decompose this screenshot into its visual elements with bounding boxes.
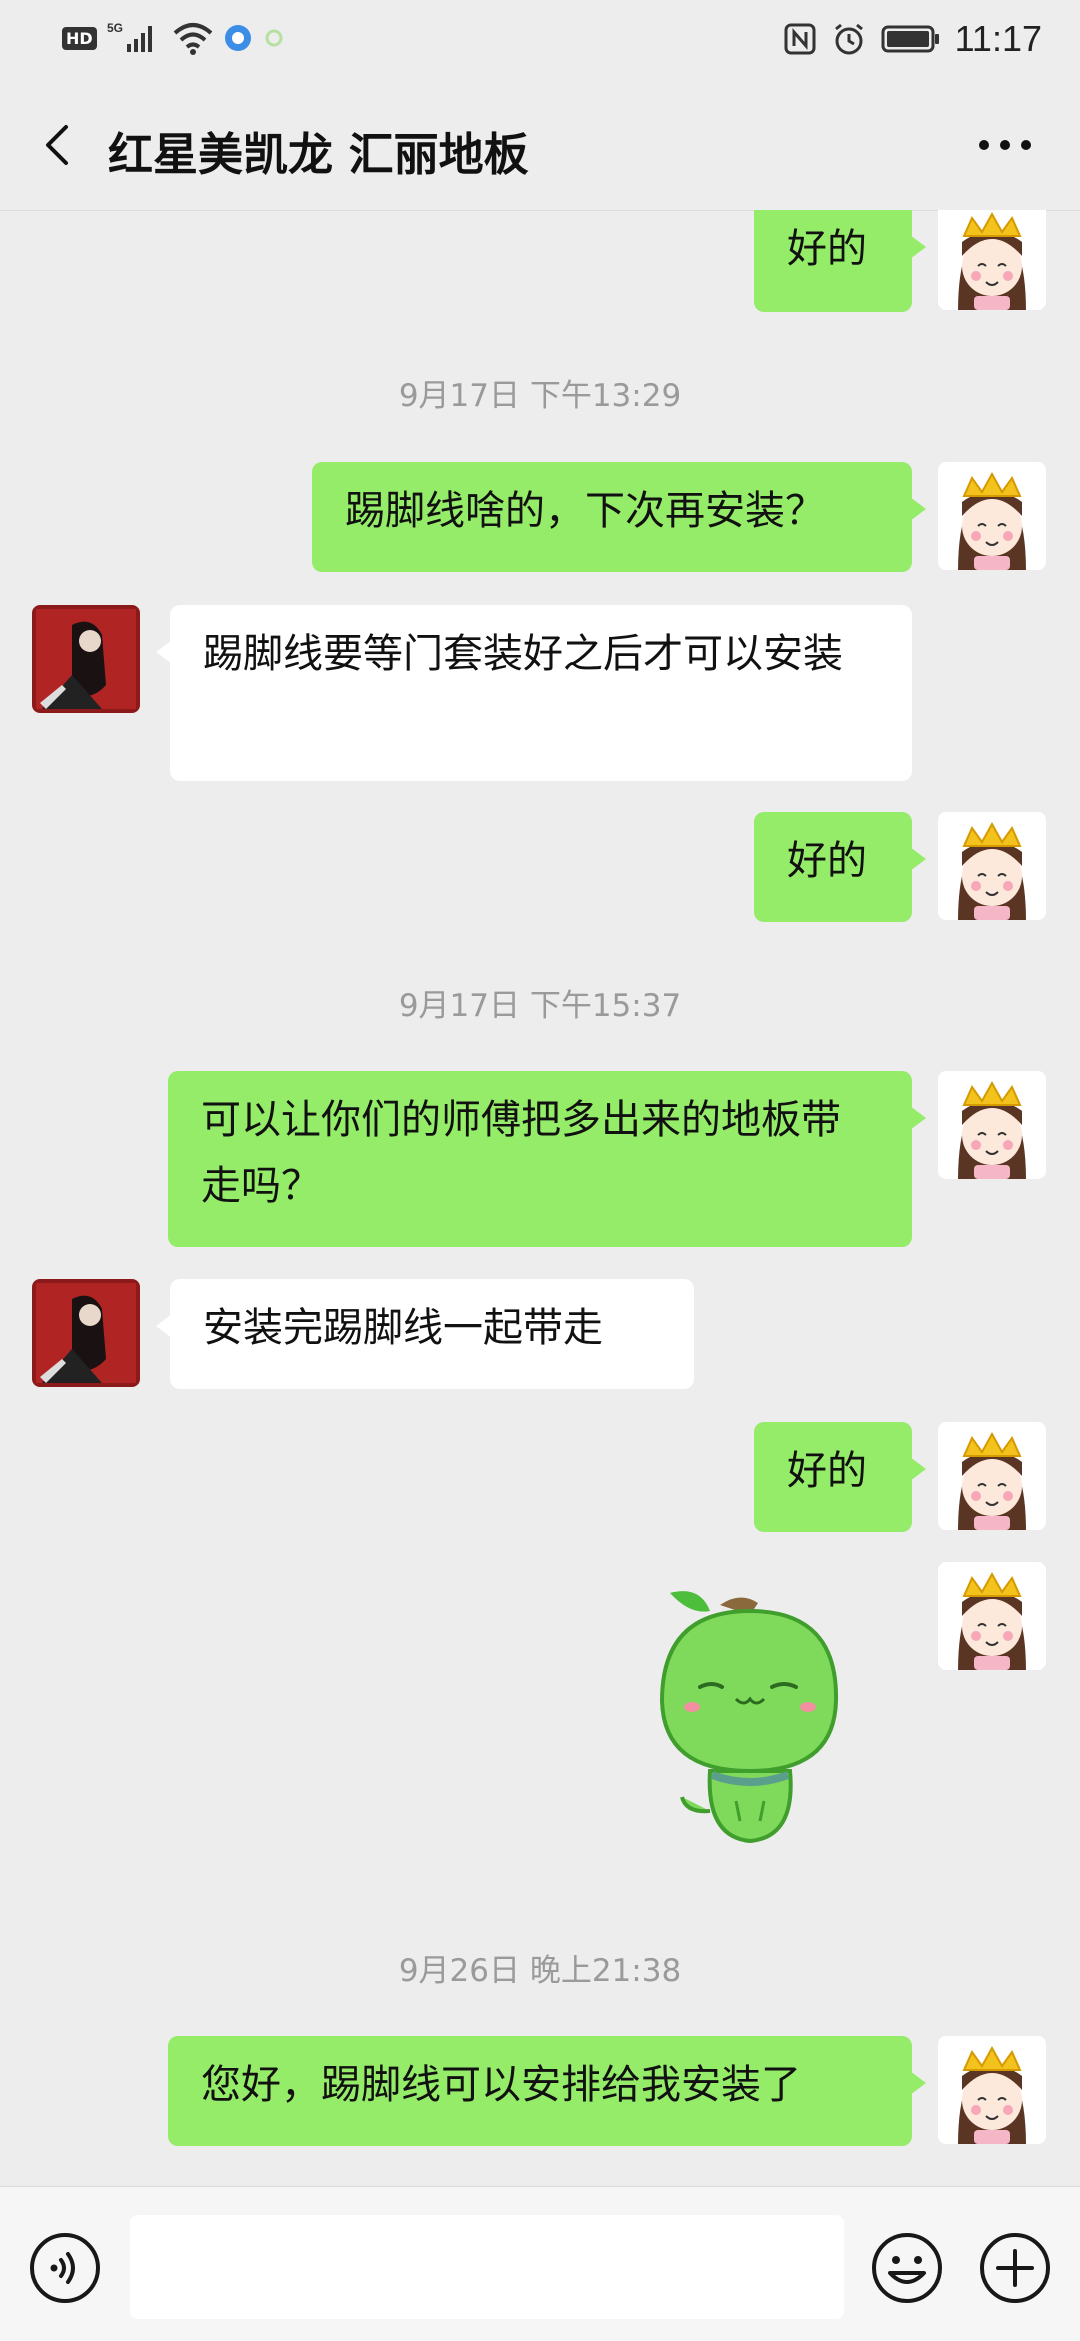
contact-photo-icon [32,1279,140,1387]
contact-photo-icon [32,605,140,713]
nfc-icon [784,23,816,55]
clock: 11:17 [954,18,1042,59]
my-message-bubble[interactable]: 踢脚线啥的，下次再安装？ [312,462,926,572]
voice-icon[interactable] [28,2231,102,2305]
princess-avatar-icon [938,812,1046,920]
timestamp: 9月17日 下午15:37 [398,988,682,1024]
status-bar: HD 5G 11:17 [0,0,1080,80]
my-avatar[interactable] [938,1562,1046,1670]
green-bean-sticker[interactable] [640,1575,860,1855]
my-message-bubble[interactable]: 好的 [754,210,926,312]
message-text: 可以让你们的师傅把多出来的地板带走吗？ [201,1097,841,1209]
my-avatar[interactable] [938,1422,1046,1530]
more-options-icon[interactable] [970,122,1040,168]
message-text: 好的 [787,226,867,272]
app-notification-icon [224,25,251,51]
wifi-icon [173,23,212,55]
my-message-bubble[interactable]: 好的 [754,1422,926,1532]
timestamp: 9月17日 下午13:29 [398,378,682,414]
my-avatar[interactable] [938,1071,1046,1179]
emoji-icon[interactable] [870,2231,944,2305]
message-text: 好的 [787,1448,867,1494]
my-avatar[interactable] [938,210,1046,310]
back-arrow-icon[interactable] [30,115,90,175]
hd-indicator: HD [62,26,97,50]
battery-icon [881,25,939,53]
my-avatar[interactable] [938,2036,1046,2144]
my-message-bubble[interactable]: 您好，踢脚线可以安排给我安装了 [168,2036,926,2146]
loading-icon [265,29,283,47]
message-list[interactable]: 好的 9月17日 下午13:29 踢脚线啥的，下次再安装？ 踢脚线要等门套装好之… [0,210,1080,2186]
my-avatar[interactable] [938,812,1046,920]
contact-avatar[interactable] [32,605,140,713]
princess-avatar-icon [938,462,1046,570]
timestamp: 9月26日 晚上21:38 [398,1953,682,1989]
message-text: 安装完踢脚线一起带走 [203,1305,603,1351]
alarm-icon [834,23,863,55]
message-text: 您好，踢脚线可以安排给我安装了 [201,2062,801,2108]
message-text: 踢脚线啥的，下次再安装？ [345,488,825,534]
message-text: 好的 [787,838,867,884]
signal-icon: 5G [107,21,152,52]
contact-avatar[interactable] [32,1279,140,1387]
my-message-bubble[interactable]: 可以让你们的师傅把多出来的地板带走吗？ [168,1071,926,1247]
contact-message-bubble[interactable]: 踢脚线要等门套装好之后才可以安装 [156,605,912,781]
princess-avatar-icon [938,1562,1046,1670]
message-input[interactable] [130,2215,844,2319]
contact-message-bubble[interactable]: 安装完踢脚线一起带走 [156,1279,694,1389]
princess-avatar-icon [938,210,1046,310]
princess-avatar-icon [938,2036,1046,2144]
input-bar [0,2186,1080,2341]
chat-title: 红星美凯龙 汇丽地板 [108,128,529,181]
princess-avatar-icon [938,1422,1046,1530]
princess-avatar-icon [938,1071,1046,1179]
message-text: 踢脚线要等门套装好之后才可以安装 [203,631,843,677]
svg-text:5G: 5G [107,21,123,35]
my-avatar[interactable] [938,462,1046,570]
plus-icon[interactable] [978,2231,1052,2305]
chat-header: 红星美凯龙 汇丽地板 [0,80,1080,211]
my-message-bubble[interactable]: 好的 [754,812,926,922]
